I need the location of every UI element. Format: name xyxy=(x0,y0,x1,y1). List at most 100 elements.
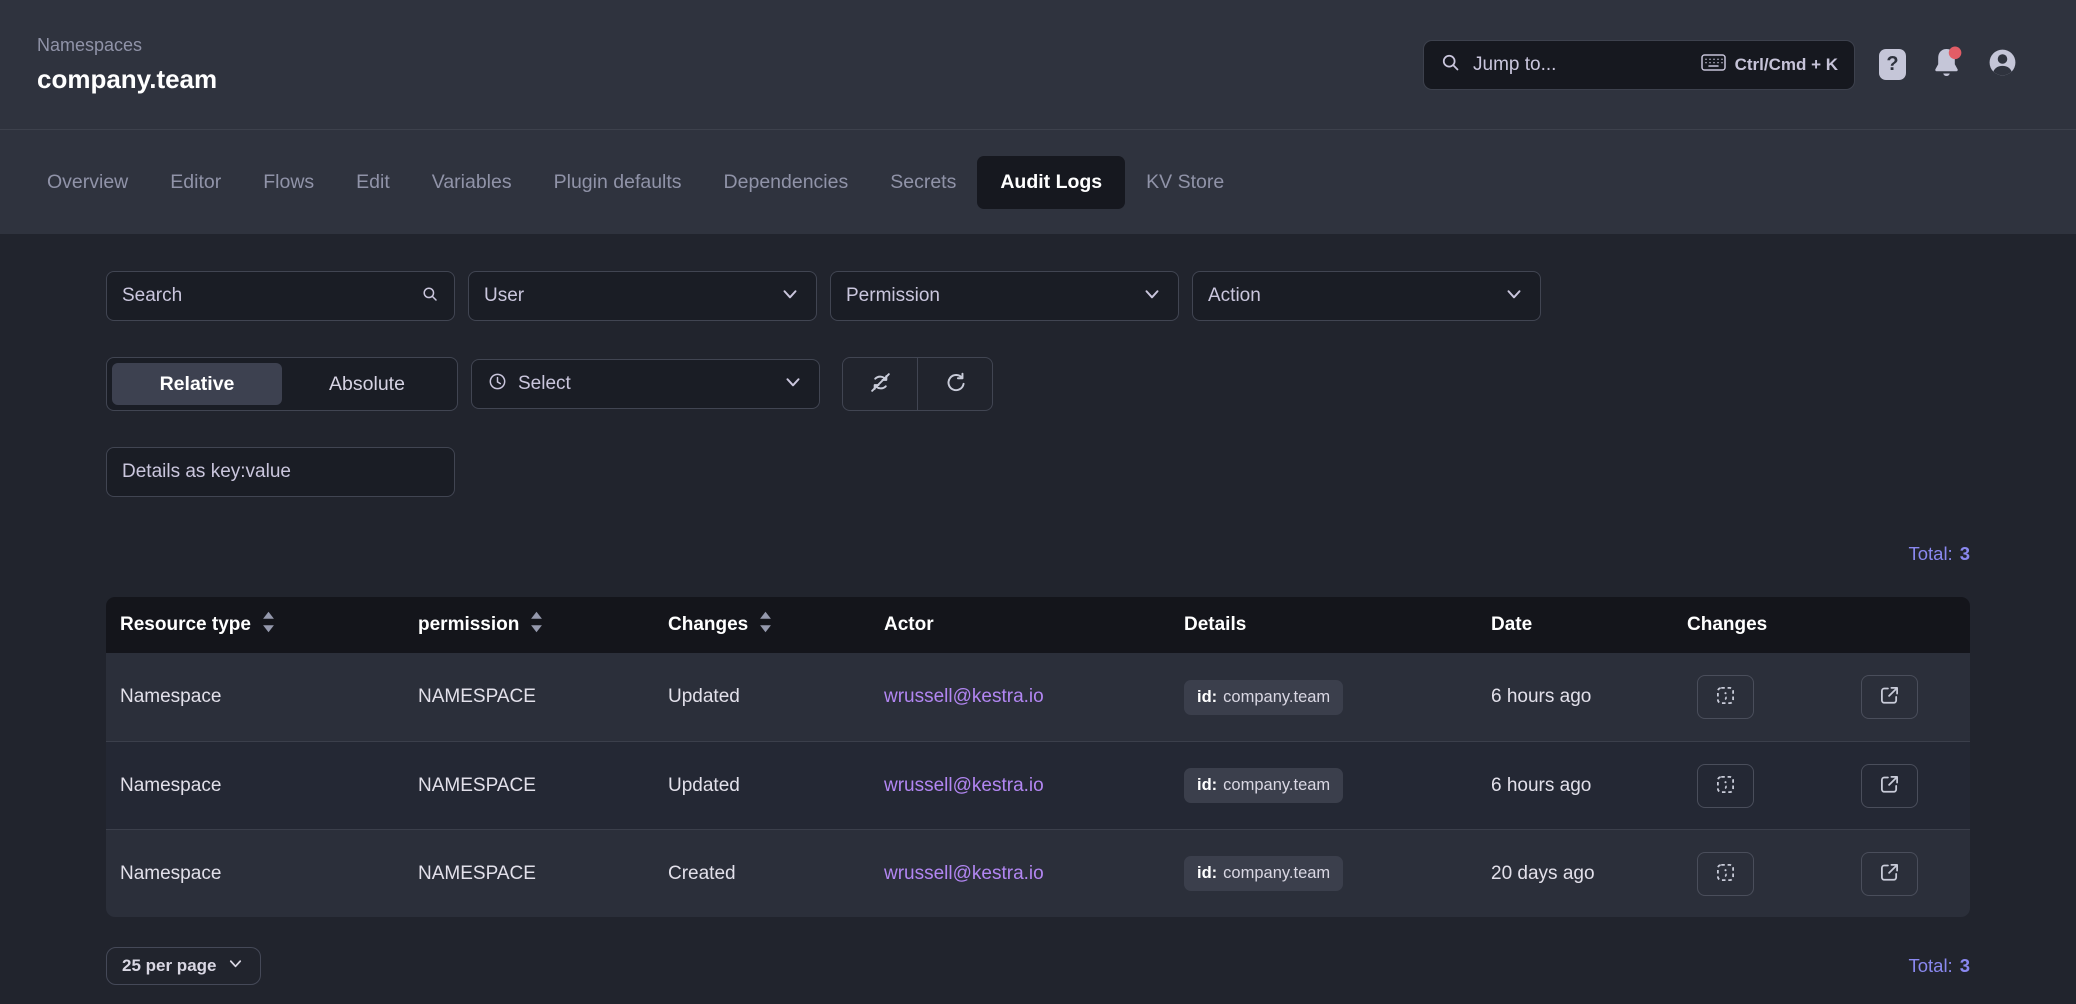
refresh-button-group xyxy=(842,357,993,411)
open-in-new-button[interactable] xyxy=(1861,675,1918,719)
tab[interactable]: Secrets xyxy=(869,156,977,209)
relative-toggle[interactable]: Relative xyxy=(112,363,282,405)
open-in-new-icon xyxy=(1877,683,1902,711)
details-key: id: xyxy=(1197,864,1217,883)
tab[interactable]: Editor xyxy=(149,156,242,209)
cell-permission: NAMESPACE xyxy=(404,863,654,885)
details-filter xyxy=(106,447,455,497)
action-filter-select[interactable]: Action xyxy=(1192,271,1541,321)
actor-link[interactable]: wrussell@kestra.io xyxy=(884,775,1044,796)
tab[interactable]: Edit xyxy=(335,156,411,209)
total-value: 3 xyxy=(1960,543,1970,564)
open-in-new-icon xyxy=(1877,860,1902,888)
breadcrumb[interactable]: Namespaces xyxy=(37,35,217,56)
search-icon xyxy=(421,285,439,308)
tab[interactable]: Flows xyxy=(242,156,335,209)
cell-resource-type: Namespace xyxy=(106,775,404,797)
cell-details: id:company.team xyxy=(1170,856,1477,891)
details-input[interactable] xyxy=(122,461,439,483)
cell-details: id:company.team xyxy=(1170,768,1477,803)
open-in-new-button[interactable] xyxy=(1861,764,1918,808)
column-header[interactable]: Details xyxy=(1170,614,1477,636)
time-mode-toggle: Relative Absolute xyxy=(106,357,458,411)
tab[interactable]: KV Store xyxy=(1125,156,1245,209)
sort-icon[interactable] xyxy=(759,611,772,639)
filters-row-2: Relative Absolute Select xyxy=(106,357,1970,411)
actor-link[interactable]: wrussell@kestra.io xyxy=(884,863,1044,884)
top-header: Namespaces company.team Jump to... xyxy=(0,0,2076,130)
user-filter-select[interactable]: User xyxy=(468,271,817,321)
notifications-button[interactable] xyxy=(1930,45,1963,84)
auto-refresh-off-button[interactable] xyxy=(843,358,917,410)
total-label: Total: xyxy=(1908,543,1952,564)
column-header[interactable]: Actor xyxy=(870,614,1170,636)
column-header[interactable]: Resource type xyxy=(106,611,404,639)
refresh-icon xyxy=(942,370,968,399)
diff-icon xyxy=(1713,683,1738,711)
details-key: id: xyxy=(1197,776,1217,795)
title-block: Namespaces company.team xyxy=(37,35,217,95)
cell-date: 20 days ago xyxy=(1477,863,1673,885)
cell-permission: NAMESPACE xyxy=(404,775,654,797)
diff-icon xyxy=(1713,860,1738,888)
cell-actions xyxy=(1673,764,1970,808)
table-header-row: Resource type permission Changes xyxy=(106,597,1970,653)
chevron-down-icon xyxy=(1503,283,1525,310)
cell-resource-type: Namespace xyxy=(106,686,404,708)
view-changes-button[interactable] xyxy=(1697,852,1754,896)
tab[interactable]: Audit Logs xyxy=(977,156,1125,209)
permission-filter-select[interactable]: Permission xyxy=(830,271,1179,321)
column-label: Changes xyxy=(668,614,748,636)
tab[interactable]: Dependencies xyxy=(703,156,870,209)
refresh-button[interactable] xyxy=(918,358,992,410)
details-badge: id: company.team xyxy=(1184,680,1343,715)
cell-actor: wrussell@kestra.io xyxy=(870,863,1170,885)
keyboard-icon xyxy=(1701,54,1726,76)
time-range-select[interactable]: Select xyxy=(471,359,820,409)
absolute-toggle[interactable]: Absolute xyxy=(282,363,452,405)
global-search[interactable]: Jump to... Ctrl/Cmd + K xyxy=(1423,40,1855,90)
details-key: id: xyxy=(1197,688,1217,707)
cell-actor: wrussell@kestra.io xyxy=(870,686,1170,708)
view-changes-button[interactable] xyxy=(1697,764,1754,808)
total-count-bottom: Total:3 xyxy=(1908,955,1970,977)
per-page-select[interactable]: 25 per page xyxy=(106,947,261,985)
cell-permission: NAMESPACE xyxy=(404,686,654,708)
user-avatar[interactable] xyxy=(1987,47,2018,83)
open-in-new-button[interactable] xyxy=(1861,852,1918,896)
tab[interactable]: Overview xyxy=(26,156,149,209)
bell-icon xyxy=(1930,45,1963,84)
app-root: Namespaces company.team Jump to... xyxy=(0,0,2076,985)
cell-change: Created xyxy=(654,863,870,885)
help-icon: ? xyxy=(1886,53,1898,76)
action-filter-label: Action xyxy=(1208,285,1493,307)
tab[interactable]: Plugin defaults xyxy=(533,156,703,209)
details-value: company.team xyxy=(1223,688,1330,707)
permission-filter-label: Permission xyxy=(846,285,1131,307)
audit-logs-table: Resource type permission Changes xyxy=(106,597,1970,917)
cell-actions xyxy=(1673,852,1970,896)
view-changes-button[interactable] xyxy=(1697,675,1754,719)
total-count-top: Total: 3 xyxy=(106,543,1970,565)
column-header[interactable]: Date xyxy=(1477,614,1673,636)
help-button[interactable]: ? xyxy=(1879,49,1906,80)
diff-icon xyxy=(1713,772,1738,800)
search-icon xyxy=(1440,52,1461,78)
filters-row-3 xyxy=(106,447,1970,497)
account-icon xyxy=(1987,47,2018,83)
cell-actor: wrussell@kestra.io xyxy=(870,775,1170,797)
column-header[interactable]: Changes xyxy=(654,611,870,639)
sort-icon[interactable] xyxy=(262,611,275,639)
table-footer: 25 per page Total:3 xyxy=(106,947,1970,985)
search-input[interactable] xyxy=(122,285,411,307)
column-header[interactable]: Changes xyxy=(1673,614,1970,636)
per-page-label: 25 per page xyxy=(122,956,217,976)
column-header[interactable]: permission xyxy=(404,611,654,639)
search-shortcut: Ctrl/Cmd + K xyxy=(1701,54,1838,76)
tab[interactable]: Variables xyxy=(411,156,533,209)
time-range-label: Select xyxy=(518,373,772,395)
chevron-down-icon xyxy=(779,283,801,310)
cell-actions xyxy=(1673,675,1970,719)
sort-icon[interactable] xyxy=(530,611,543,639)
actor-link[interactable]: wrussell@kestra.io xyxy=(884,686,1044,707)
